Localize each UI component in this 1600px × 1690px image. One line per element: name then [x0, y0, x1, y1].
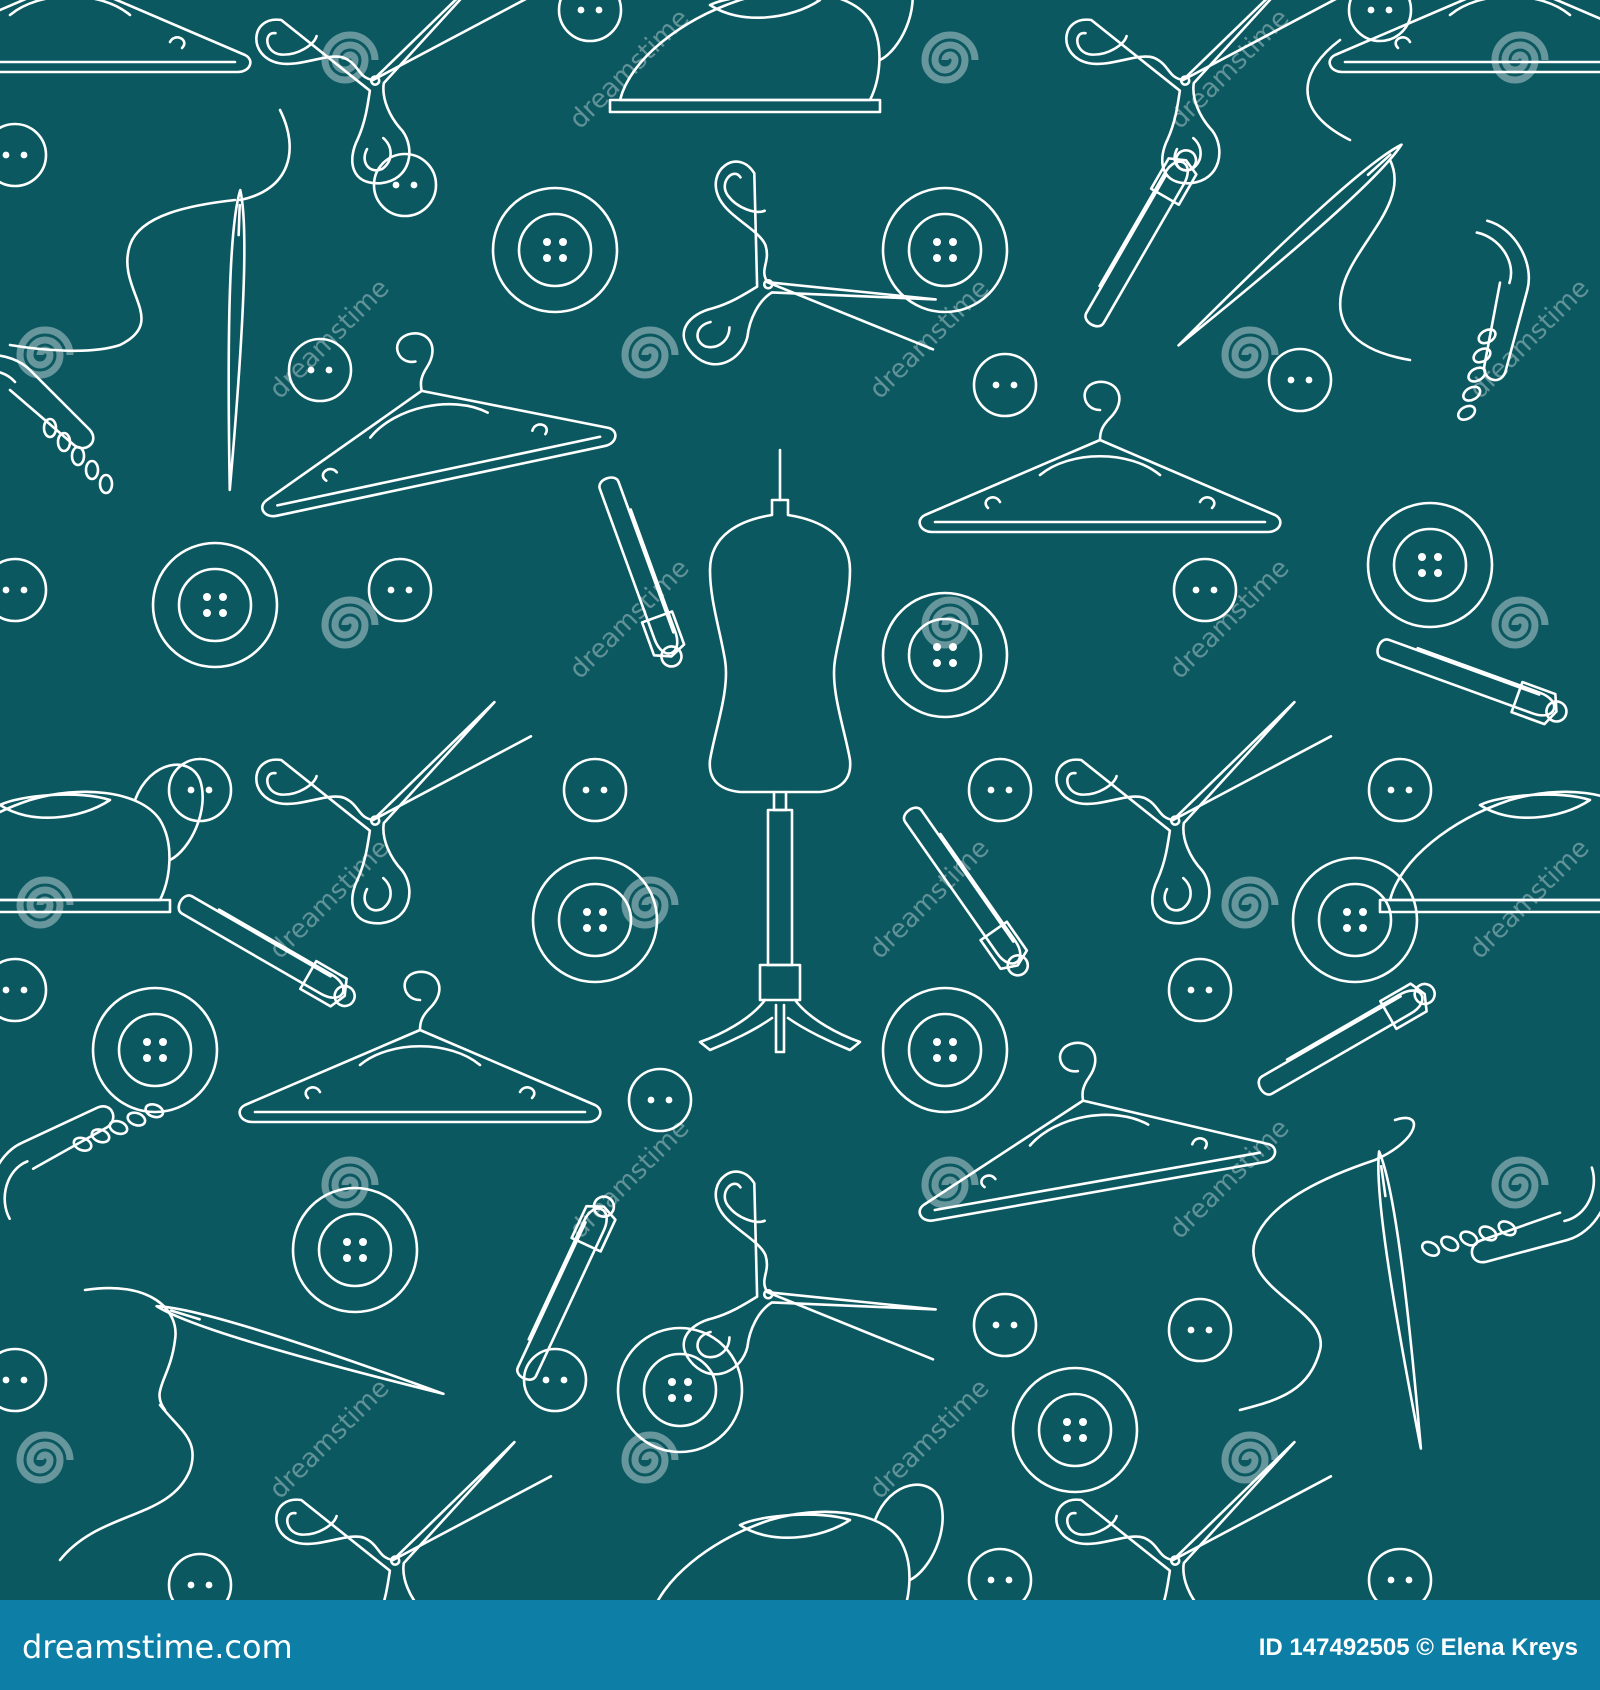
watermark-text: dreamstime [264, 273, 396, 405]
footer-id-label: ID [1258, 1634, 1283, 1661]
watermark-logo [20, 880, 70, 925]
button-icon [167, 1552, 233, 1600]
iron-icon [1378, 763, 1600, 914]
watermark-text: dreamstime [1164, 3, 1296, 135]
watermark-text: dreamstime [864, 1373, 996, 1505]
footer-site-name[interactable]: dreamstime.com [22, 1628, 293, 1666]
watermark-text: dreamstime [564, 3, 696, 135]
watermark-text: dreamstime [264, 833, 396, 965]
scissors-icon [248, 0, 560, 202]
footer-image-id: 147492505 [1289, 1634, 1410, 1661]
button-icon [1367, 757, 1433, 823]
button-icon [0, 957, 48, 1023]
scissors-icon [616, 1148, 960, 1482]
watermark-logo [625, 1435, 675, 1480]
watermark-text: dreamstime [1464, 273, 1596, 405]
footer-credit: ID 147492505 © Elena Kreys [1259, 1634, 1578, 1662]
needle-thread-icon [1172, 138, 1408, 352]
hanger-icon [918, 380, 1282, 534]
watermark-text: dreamstime [864, 833, 996, 965]
button-icon [1367, 1547, 1433, 1600]
button-icon [1291, 856, 1419, 984]
sewing-pattern-background: dreamstime dreamstime dreamstime dreamstime… [0, 0, 1600, 1600]
watermark-logo [20, 1435, 70, 1480]
watermark-logo [925, 1160, 975, 1205]
button-icon [151, 541, 279, 669]
thread [58, 1286, 194, 1562]
needle-thread-icon [1371, 1149, 1429, 1451]
watermark-logo [1225, 330, 1275, 375]
scissors-icon [616, 138, 960, 472]
button-icon [616, 1326, 744, 1454]
watermark-text: dreamstime [564, 1113, 696, 1245]
button-icon [972, 1292, 1038, 1358]
button-icon [557, 0, 623, 43]
mannequin-icon [698, 448, 862, 1054]
button-icon [1167, 1297, 1233, 1363]
needle-thread-icon [221, 188, 249, 492]
watermark-logo [325, 600, 375, 645]
footer-bar: dreamstime.com ID 147492505 © Elena Krey… [0, 1600, 1600, 1690]
button-icon [0, 557, 48, 623]
hanger-icon [238, 970, 602, 1124]
button-icon [367, 557, 433, 623]
button-icon [972, 352, 1038, 418]
needle-thread-icon [153, 1298, 447, 1402]
safety-pin-icon [1251, 973, 1443, 1104]
watermark-logo [1225, 880, 1275, 925]
safety-pin-icon [1371, 630, 1573, 732]
button-icon [372, 152, 438, 218]
button-icon [0, 122, 48, 188]
button-icon [1366, 501, 1494, 629]
scissors-icon [248, 695, 560, 942]
watermark-text: dreamstime [1164, 1113, 1296, 1245]
thread [8, 108, 291, 353]
hanger-icon [0, 0, 252, 74]
zipper-icon [1418, 1107, 1600, 1320]
watermark-logo [925, 600, 975, 645]
watermark-logo [625, 880, 675, 925]
button-icon [1167, 957, 1233, 1023]
zipper-icon [0, 1059, 167, 1262]
button-icon [0, 1347, 48, 1413]
scissors-icon [1048, 1435, 1360, 1600]
button-icon [562, 757, 628, 823]
footer-author: © Elena Kreys [1416, 1634, 1578, 1661]
watermark-text: dreamstime [264, 1373, 396, 1505]
button-icon [881, 986, 1009, 1114]
zipper-icon [0, 353, 114, 495]
iron-icon [638, 1483, 944, 1600]
button-icon [531, 856, 659, 984]
button-icon [967, 757, 1033, 823]
watermark-logo [1495, 600, 1545, 645]
watermark-logo [925, 35, 975, 80]
button-icon [1267, 347, 1333, 413]
watermark-logo [325, 1160, 375, 1205]
button-icon [967, 1547, 1033, 1600]
button-icon [291, 1186, 419, 1314]
button-icon [1011, 1366, 1139, 1494]
hanger-icon [231, 295, 619, 520]
button-icon [491, 186, 619, 314]
iron-icon [0, 763, 204, 914]
safety-pin-icon [1076, 142, 1207, 334]
watermark-logo [20, 330, 70, 375]
thread [1306, 38, 1412, 362]
scissors-icon [1048, 695, 1360, 942]
button-icon [91, 986, 219, 1114]
watermark-logo [625, 330, 675, 375]
watermark-logo [1495, 1160, 1545, 1205]
